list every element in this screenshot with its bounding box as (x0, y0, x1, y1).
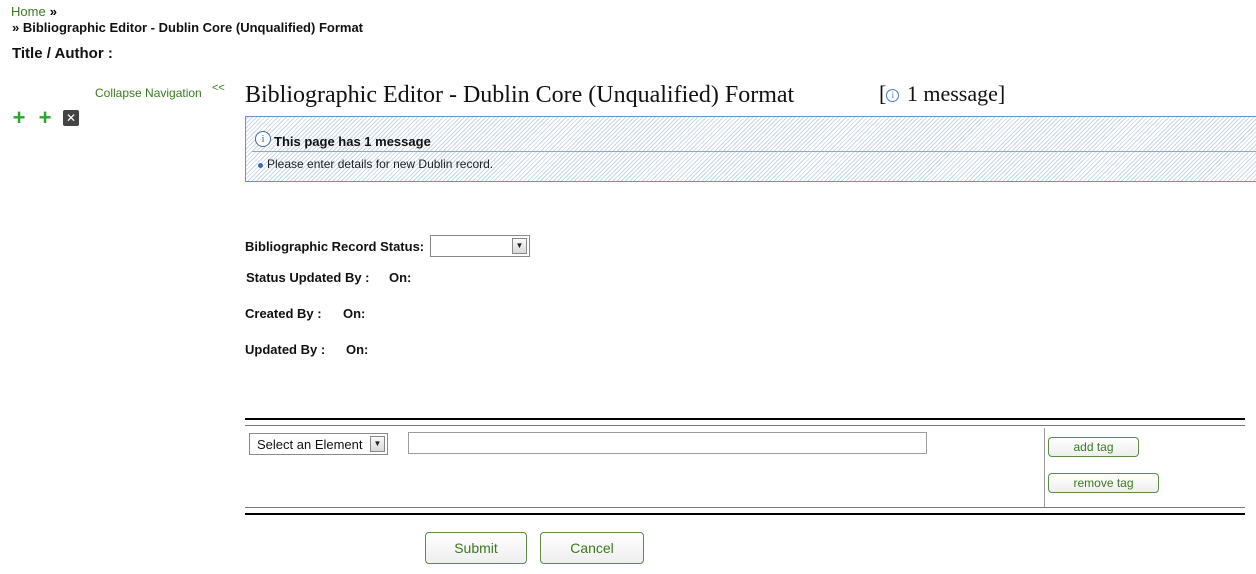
breadcrumb-separator: » (49, 4, 57, 19)
bullet-icon (258, 163, 263, 168)
record-status-label: Bibliographic Record Status: (245, 239, 425, 254)
message-count-indicator[interactable]: [i 1 message] (879, 81, 1005, 107)
breadcrumb-home-link[interactable]: Home (11, 4, 46, 19)
updated-by-label: Updated By : (245, 342, 326, 357)
collapse-navigation-link[interactable]: Collapse Navigation (95, 86, 202, 100)
message-close-bracket: ] (997, 81, 1006, 106)
info-icon: i (255, 131, 271, 147)
submit-button[interactable]: Submit (425, 532, 527, 564)
close-box-icon[interactable]: ✕ (63, 110, 79, 126)
chevron-down-icon[interactable]: ▼ (512, 238, 527, 254)
element-select[interactable]: Select an Element ▼ (249, 433, 388, 455)
message-count-text: 1 message (906, 81, 998, 106)
add-tag-button[interactable]: add tag (1048, 437, 1139, 457)
info-icon: i (886, 89, 900, 102)
collapse-chevron-icon[interactable]: << (212, 82, 225, 94)
message-open-bracket: [ (879, 81, 887, 106)
remove-tag-button[interactable]: remove tag (1048, 473, 1159, 493)
message-panel-header: i This page has 1 message (252, 129, 1256, 152)
record-status-select[interactable]: ▼ (430, 235, 530, 257)
element-select-value: Select an Element (257, 437, 363, 452)
plus-icon[interactable]: + (11, 107, 27, 129)
message-panel-heading: This page has 1 message (274, 134, 431, 149)
created-on-label: On: (343, 306, 366, 321)
element-value-input[interactable] (408, 432, 927, 454)
section-divider (245, 418, 1245, 420)
message-item: Please enter details for new Dublin reco… (267, 157, 494, 171)
plus-icon[interactable]: + (37, 107, 53, 129)
title-author-label: Title / Author : (12, 45, 113, 62)
column-divider (1044, 428, 1045, 508)
status-updated-on-label: On: (389, 270, 412, 285)
chevron-down-icon[interactable]: ▼ (370, 436, 385, 452)
created-by-label: Created By : (245, 306, 322, 321)
breadcrumb: Home» (11, 4, 57, 19)
section-divider (245, 513, 1245, 515)
cancel-button[interactable]: Cancel (540, 532, 644, 564)
breadcrumb-current: » Bibliographic Editor - Dublin Core (Un… (12, 20, 363, 35)
section-divider (245, 425, 1245, 426)
message-panel: i This page has 1 message Please enter d… (245, 116, 1256, 182)
page-title: Bibliographic Editor - Dublin Core (Unqu… (245, 82, 795, 108)
status-updated-by-label: Status Updated By : (246, 270, 370, 285)
section-divider (245, 507, 1245, 508)
updated-on-label: On: (346, 342, 369, 357)
